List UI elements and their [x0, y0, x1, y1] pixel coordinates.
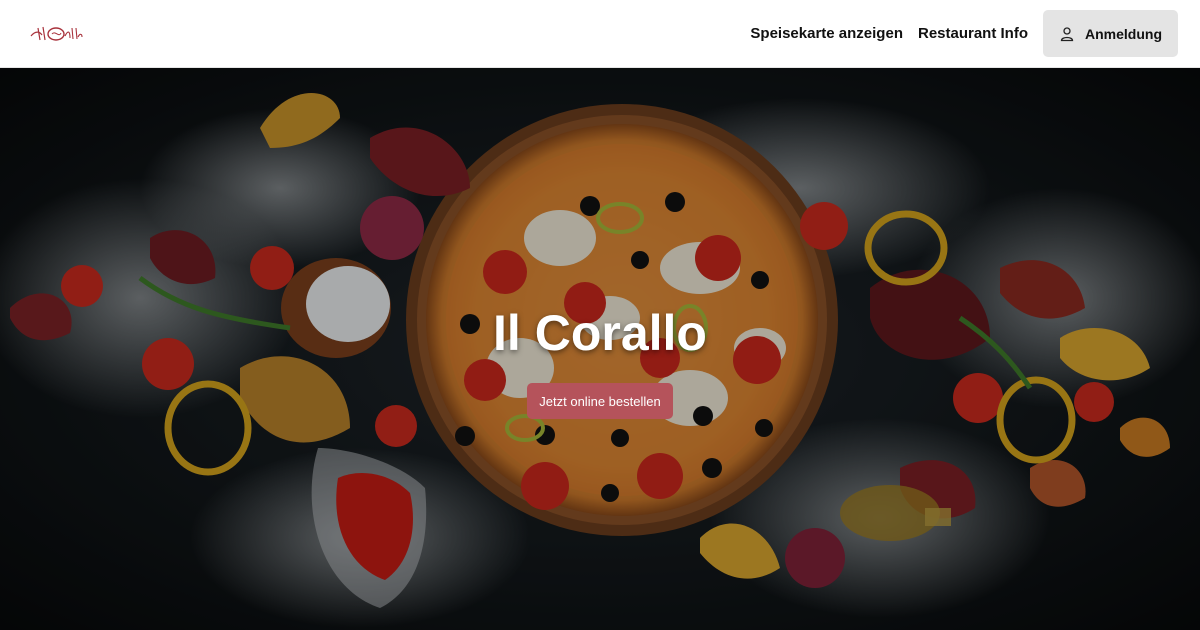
- il-corallo-logo-icon: [30, 26, 83, 41]
- user-icon: [1059, 26, 1075, 42]
- hero-banner: Il Corallo Jetzt online bestellen: [0, 68, 1200, 630]
- login-button[interactable]: Anmeldung: [1043, 10, 1178, 57]
- order-online-button[interactable]: Jetzt online bestellen: [527, 383, 673, 419]
- nav-menu-link[interactable]: Speisekarte anzeigen: [750, 25, 903, 42]
- main-nav: Speisekarte anzeigen Restaurant Info Anm…: [750, 10, 1178, 57]
- restaurant-name-title: Il Corallo: [493, 305, 707, 361]
- site-header: Speisekarte anzeigen Restaurant Info Anm…: [0, 0, 1200, 68]
- nav-restaurant-info-link[interactable]: Restaurant Info: [918, 25, 1028, 42]
- login-label: Anmeldung: [1085, 25, 1162, 42]
- logo[interactable]: [28, 20, 84, 48]
